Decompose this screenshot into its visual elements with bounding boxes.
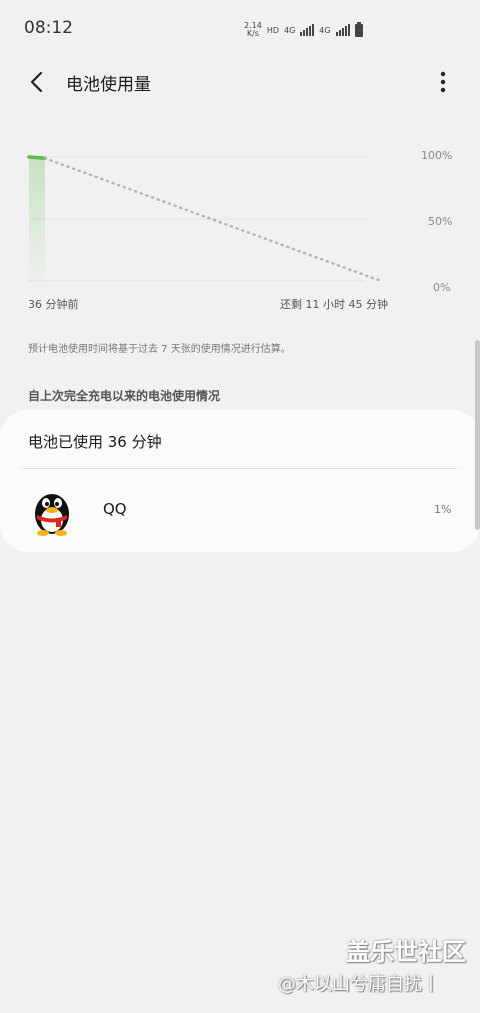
status-bar: 08:12 2.14 K/s HD 4G 4G bbox=[0, 0, 480, 56]
battery-chart-svg bbox=[27, 155, 383, 283]
y-tick-50: 50% bbox=[428, 215, 453, 228]
usage-card: 电池已使用 36 分钟 QQ 1% bbox=[0, 410, 480, 552]
watermark-sub: @木以山兮庸自扰丨 bbox=[278, 974, 440, 995]
divider bbox=[22, 468, 458, 469]
y-tick-0: 0% bbox=[433, 281, 451, 294]
status-time: 08:12 bbox=[24, 18, 73, 38]
usage-line bbox=[27, 155, 47, 160]
app-usage-percent: 1% bbox=[434, 503, 452, 516]
section-header: 自上次完全充电以来的电池使用情况 bbox=[28, 389, 221, 403]
scroll-indicator[interactable] bbox=[475, 340, 480, 530]
network-speed: 2.14 K/s bbox=[244, 22, 262, 38]
signal-icon-2 bbox=[335, 24, 350, 36]
projection-line bbox=[43, 156, 383, 283]
x-start-label: 36 分钟前 bbox=[28, 298, 79, 311]
usage-area bbox=[29, 157, 45, 281]
network-type-1: 4G bbox=[284, 25, 296, 35]
watermark-title: 盖乐世社区 bbox=[346, 938, 466, 966]
battery-icon bbox=[354, 21, 363, 37]
network-speed-unit: K/s bbox=[246, 29, 259, 38]
x-end-label: 还剩 11 小时 45 分钟 bbox=[280, 298, 388, 311]
app-bar: 电池使用量 bbox=[0, 60, 480, 104]
back-arrow-icon[interactable] bbox=[26, 70, 50, 94]
estimate-note: 预计电池使用时间将基于过去 7 天张的使用情况进行估算。 bbox=[28, 344, 291, 355]
app-name: QQ bbox=[103, 500, 127, 518]
battery-usage-chart: 100% 50% 0% 36 分钟前 还剩 11 小时 45 分钟 bbox=[0, 140, 480, 320]
network-type-2: 4G bbox=[319, 25, 331, 35]
hd-icon: HD bbox=[266, 25, 279, 35]
y-tick-100: 100% bbox=[421, 149, 453, 162]
status-icons: 2.14 K/s HD 4G 4G bbox=[244, 20, 363, 40]
app-usage-row-qq[interactable]: QQ 1% bbox=[0, 480, 480, 542]
signal-icon-1 bbox=[300, 24, 315, 36]
qq-penguin-icon bbox=[30, 486, 74, 536]
usage-card-title: 电池已使用 36 分钟 bbox=[28, 433, 162, 451]
more-options-icon[interactable] bbox=[434, 70, 452, 94]
page-title: 电池使用量 bbox=[66, 75, 151, 95]
